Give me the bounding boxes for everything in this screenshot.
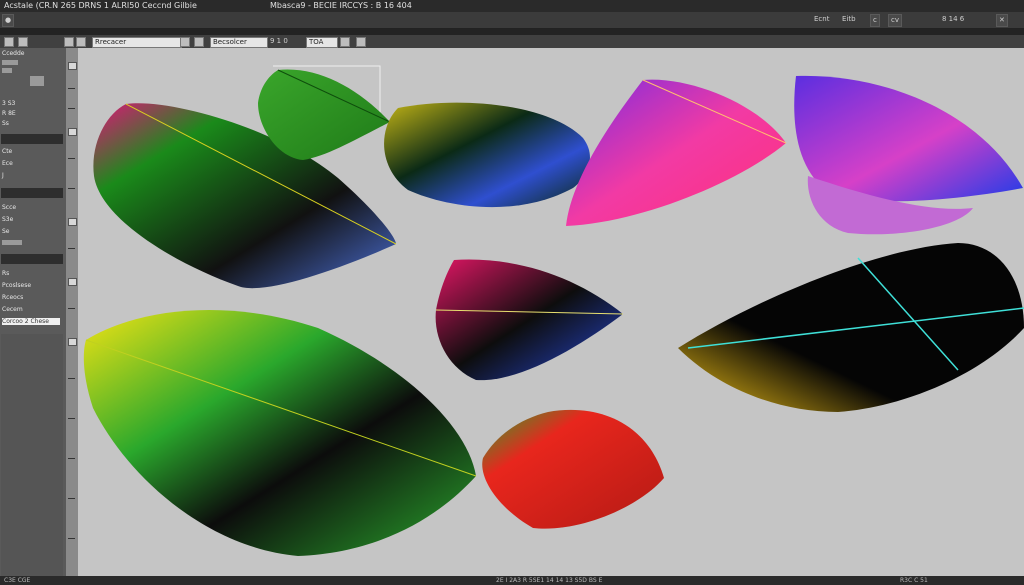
ruler-tick: [68, 158, 75, 159]
panel-section-divider-2: [1, 188, 63, 198]
ruler-tick: [68, 188, 75, 189]
window-info: Mbasca9 - BECIE IRCCYS : B 16 404: [270, 1, 412, 10]
home-button[interactable]: ●: [2, 14, 15, 27]
panel-label-9: Se: [2, 228, 10, 235]
panel-header: Ccedde: [2, 50, 25, 57]
panel-label-5: Ece: [2, 160, 13, 167]
brush-tip-icon[interactable]: [30, 76, 44, 86]
dark-rainbow-leaf[interactable]: [384, 102, 590, 208]
zoom-value[interactable]: 9 1 0: [268, 37, 290, 46]
panel-label-7: Scce: [2, 204, 17, 211]
options-item-2[interactable]: Eitb: [840, 14, 858, 25]
ruler-tick: [68, 108, 75, 109]
lock-icon[interactable]: [340, 37, 350, 47]
toolbar: Rrecacer Becsolcer 9 1 0 TOA: [0, 35, 1024, 49]
panel-empty-area: [1, 334, 63, 576]
pink-purple-leaf[interactable]: [566, 79, 786, 226]
ruler-tick: [68, 308, 75, 309]
panel-label-13: Cecem: [2, 306, 23, 313]
dropdown-icon[interactable]: [180, 37, 190, 47]
ruler-tick: [68, 378, 75, 379]
panel-label-3: Ss: [2, 120, 9, 127]
tool-preset-icon[interactable]: [4, 37, 14, 47]
red-orange-leaf[interactable]: [482, 409, 664, 529]
status-bar: C3E CGE 2E I 2A3 R 5SE1 14 14 13 S5D BS …: [0, 576, 1024, 585]
options-item-1[interactable]: Ecnt: [812, 14, 831, 25]
swatch-2[interactable]: [2, 68, 12, 73]
layer-list-item[interactable]: Corcoo 2 Chese: [2, 318, 60, 325]
ruler-tick: [68, 538, 75, 539]
blue-purple-leaf[interactable]: [794, 75, 1023, 202]
panel-label-8: S3e: [2, 216, 14, 223]
small-green-leaf[interactable]: [258, 69, 390, 160]
yellow-green-leaf[interactable]: [83, 310, 476, 556]
ruler-tick: [68, 248, 75, 249]
small-magenta-leaf[interactable]: [435, 259, 623, 381]
align-center-icon[interactable]: [76, 37, 86, 47]
status-right: R3C C 51: [900, 577, 928, 584]
ruler-tick: [68, 88, 75, 89]
tool-options-icon[interactable]: [18, 37, 28, 47]
link-icon[interactable]: [356, 37, 366, 47]
ruler-tick: [68, 418, 75, 419]
ruler-marker-1[interactable]: [68, 62, 77, 70]
close-icon[interactable]: ✕: [996, 14, 1008, 27]
settings-icon[interactable]: [194, 37, 204, 47]
panel-label-2: R 8E: [2, 110, 16, 117]
panel-label-11: Pcoslsese: [2, 282, 32, 289]
ruler-marker-4[interactable]: [68, 278, 77, 286]
preset-field[interactable]: Rrecacer: [92, 37, 182, 48]
window-title: Acstale (CR.N 265 DRNS 1 ALRI50 Ceccnd G…: [4, 1, 197, 10]
panel-label-12: Rceocs: [2, 294, 24, 301]
panel-label-4: Cte: [2, 148, 13, 155]
ruler-marker-5[interactable]: [68, 338, 77, 346]
panel-label-10: Rs: [2, 270, 10, 277]
swatch-1[interactable]: [2, 60, 18, 65]
options-item-3[interactable]: c: [870, 14, 880, 27]
options-bar: ● Ecnt Eitb c cv 8 14 6 ✕: [0, 12, 1024, 29]
canvas-artwork: [83, 65, 1024, 556]
ruler-tick: [68, 498, 75, 499]
panel-label-1: 3 S3: [2, 100, 16, 107]
ruler-marker-2[interactable]: [68, 128, 77, 136]
black-yellow-leaf[interactable]: [678, 243, 1024, 412]
zoom-readout: 8 14 6: [942, 15, 965, 23]
mode-field[interactable]: TOA: [306, 37, 338, 48]
panel-section-divider-3: [1, 254, 63, 264]
swatch-3[interactable]: [2, 240, 22, 245]
options-item-4[interactable]: cv: [888, 14, 902, 27]
status-left: C3E CGE: [4, 577, 31, 584]
tools-panel: Ccedde 3 S3 R 8E Ss Cte Ece J Scce S3e S…: [0, 48, 67, 576]
panel-label-6: J: [2, 172, 4, 179]
title-bar: Acstale (CR.N 265 DRNS 1 ALRI50 Ceccnd G…: [0, 0, 1024, 12]
panel-section-divider: [1, 134, 63, 144]
drawing-canvas[interactable]: [78, 48, 1024, 576]
brush-field[interactable]: Becsolcer: [210, 37, 268, 48]
status-middle: 2E I 2A3 R 5SE1 14 14 13 S5D BS E: [496, 577, 603, 584]
ruler-tick: [68, 458, 75, 459]
align-left-icon[interactable]: [64, 37, 74, 47]
ruler-marker-3[interactable]: [68, 218, 77, 226]
